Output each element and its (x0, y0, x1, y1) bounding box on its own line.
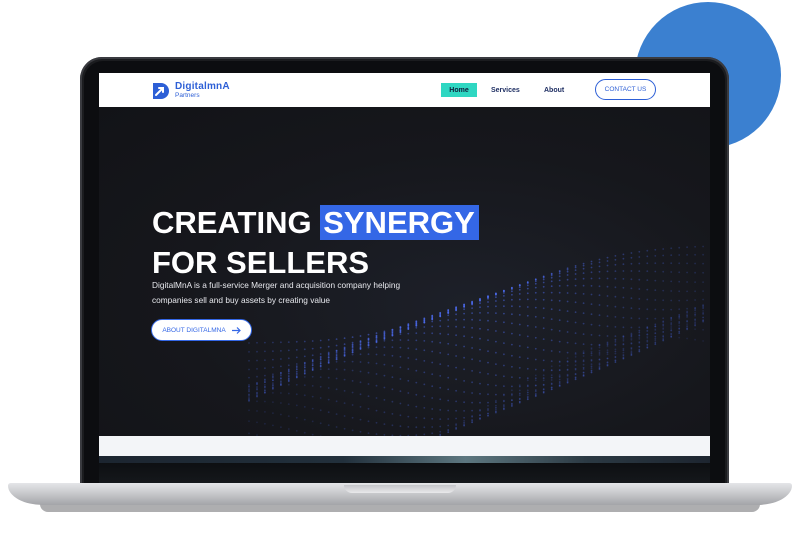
logo-name[interactable]: DigitalmnA (175, 81, 230, 92)
hero-subtitle: DigitalMnA is a full-service Merger and … (152, 278, 442, 308)
laptop-shadow (40, 504, 760, 512)
hero-subtitle-line1: DigitalMnA is a full-service Merger and … (152, 280, 401, 290)
laptop-opening-notch (344, 485, 456, 493)
nav-home[interactable]: Home (441, 83, 477, 97)
next-section-strip (99, 436, 710, 456)
hero-title-highlight: SYNERGY (320, 205, 479, 240)
hero-title-line2: FOR SELLERS (152, 245, 370, 280)
hero-title-prefix: CREATING (152, 205, 321, 240)
about-digitalmna-button[interactable]: ABOUT DIGITALMNA (151, 319, 252, 341)
hero-title: CREATING SYNERGY FOR SELLERS (152, 203, 479, 283)
nav-about[interactable]: About (544, 83, 564, 97)
cta-label: ABOUT DIGITALMNA (162, 326, 226, 334)
next-section-image (99, 456, 710, 463)
navbar: DigitalmnA Partners Home Services About … (99, 73, 710, 107)
nav-services[interactable]: Services (491, 83, 520, 97)
arrow-d-logo-icon[interactable] (151, 81, 171, 101)
arrow-right-icon (231, 326, 241, 334)
hero-subtitle-line2: companies sell and buy assets by creatin… (152, 295, 331, 305)
logo-tagline: Partners (175, 92, 200, 99)
laptop-screen: DigitalmnA Partners Home Services About … (99, 73, 710, 463)
contact-us-button[interactable]: CONTACT US (595, 79, 656, 100)
laptop-hinge (99, 463, 710, 484)
hero-section: CREATING SYNERGY FOR SELLERS DigitalMnA … (99, 107, 710, 436)
